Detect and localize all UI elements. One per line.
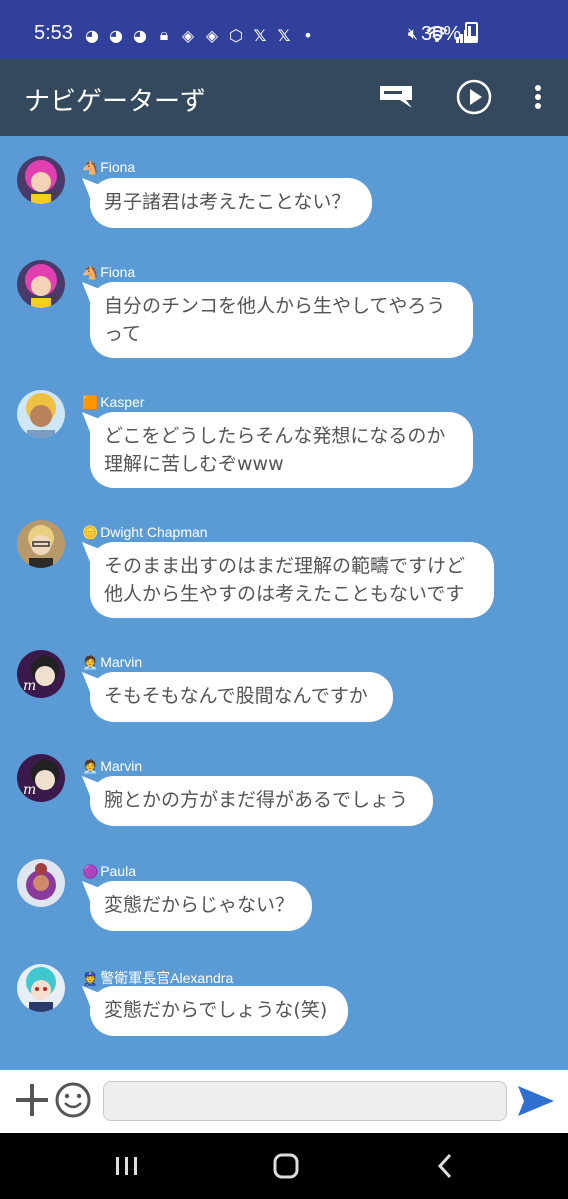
sender-name: 🟣 Paula [82, 863, 136, 880]
message-bubble[interactable]: 自分のチンコを他人から生やしてやろうって [90, 282, 473, 358]
chat-title: ナビゲーターず [24, 87, 207, 117]
mute-icon: 🔇︎ [407, 24, 418, 43]
message-bubble[interactable]: そのまま出すのはまだ理解の範疇ですけど他人から生やすのは考えたこともないです [90, 542, 494, 618]
message-text: そもそもなんで股間なんですか [104, 685, 368, 707]
sender-name: 🧑‍💼 Marvin [82, 654, 142, 671]
dot-icon: • [303, 25, 313, 45]
sender-badge-icon: 🧑‍💼 [82, 655, 99, 670]
sender-badge-icon: 🐴 [82, 160, 99, 175]
sender-badge-icon: 🪙 [82, 525, 99, 540]
avatar[interactable] [17, 859, 65, 907]
sender-badge-icon: 🟣 [82, 864, 99, 879]
sender-badge-icon: 🟧 [82, 395, 99, 410]
svg-text:m: m [23, 678, 36, 694]
message-text: 変態だからでしょうな(笑) [104, 999, 328, 1021]
message-bubble[interactable]: どこをどうしたらそんな発想になるのか理解に苦しむぞwww [90, 412, 473, 488]
x-icon: 𝕏 [277, 25, 291, 45]
sender-label: Marvin [100, 758, 143, 774]
avatar[interactable] [17, 156, 65, 204]
message-bubble[interactable]: 変態だからじゃない？ [90, 881, 312, 931]
sender-label: 警衛軍長官Alexandra [100, 970, 234, 986]
sender-name: 🐴 Fiona [82, 159, 135, 176]
stack-icon: ◈ [181, 25, 195, 45]
lock-icon: 🔒︎ [159, 25, 169, 44]
message-text: どこをどうしたらそんな発想になるのか理解に苦しむぞwww [104, 425, 446, 475]
app-bar: ナビゲーターず [0, 59, 568, 136]
battery-icon [465, 22, 479, 43]
sender-label: Paula [100, 863, 136, 879]
emoji-icon[interactable] [54, 1081, 92, 1119]
message-composer [0, 1070, 568, 1133]
discord-icon: ◕ [133, 25, 147, 45]
avatar[interactable] [17, 520, 65, 568]
x-icon: 𝕏 [253, 25, 267, 45]
message-bubble[interactable]: 腕とかの方がまだ得があるでしょう [90, 776, 433, 826]
cube-icon: ⬡ [229, 25, 243, 45]
status-time: 5:53 [34, 22, 73, 44]
message-icon[interactable] [376, 77, 416, 117]
message-bubble[interactable]: 変態だからでしょうな(笑) [90, 986, 348, 1036]
message-input[interactable] [103, 1081, 507, 1121]
battery-indicator: 30% [421, 22, 479, 46]
play-icon[interactable] [454, 77, 494, 117]
message-bubble[interactable]: 男子諸君は考えたことない？ [90, 178, 372, 228]
svg-text:m: m [23, 782, 36, 798]
sender-label: Dwight Chapman [100, 524, 208, 540]
battery-percent: 30% [421, 23, 462, 45]
chat-list[interactable]: 🐴 Fiona 男子諸君は考えたことない？ 🐴 Fiona 自分のチンコを他人から生… [0, 136, 568, 1070]
back-icon[interactable] [425, 1151, 465, 1181]
more-vert-icon[interactable] [518, 77, 558, 117]
message-text: 変態だからじゃない？ [104, 894, 295, 916]
message-text: 腕とかの方がまだ得があるでしょう [104, 789, 409, 811]
avatar[interactable] [17, 390, 65, 438]
sender-name: 👮 警衛軍長官Alexandra [82, 968, 233, 988]
status-bar: 5:53 ◕ ◕ ◕ 🔒︎ ◈ ◈ ⬡ 𝕏 𝕏 • 🔇︎ 30% [0, 0, 568, 59]
sender-label: Marvin [100, 654, 143, 670]
message-text: 自分のチンコを他人から生やしてやろうって [104, 295, 446, 345]
avatar[interactable]: m [17, 650, 65, 698]
add-icon[interactable] [14, 1082, 50, 1118]
system-nav-bar [0, 1133, 568, 1199]
send-icon[interactable] [516, 1084, 556, 1118]
recent-apps-icon[interactable] [107, 1151, 147, 1181]
sender-name: 🐴 Fiona [82, 264, 135, 281]
sender-label: Fiona [100, 264, 136, 280]
home-icon[interactable] [266, 1151, 306, 1181]
discord-icon: ◕ [109, 25, 123, 45]
avatar[interactable]: m [17, 754, 65, 802]
sender-badge-icon: 🧑‍💼 [82, 759, 99, 774]
sender-name: 🧑‍💼 Marvin [82, 758, 142, 775]
sender-name: 🟧 Kasper [82, 394, 145, 411]
sender-label: Kasper [100, 394, 145, 410]
message-text: 男子諸君は考えたことない？ [104, 191, 351, 213]
avatar[interactable] [17, 964, 65, 1012]
message-text: そのまま出すのはまだ理解の範疇ですけど他人から生やすのは考えたこともないです [104, 555, 466, 605]
sender-badge-icon: 👮 [82, 971, 99, 986]
sender-label: Fiona [100, 159, 136, 175]
sender-name: 🪙 Dwight Chapman [82, 524, 208, 541]
message-bubble[interactable]: そもそもなんで股間なんですか [90, 672, 393, 722]
sender-badge-icon: 🐴 [82, 265, 99, 280]
notification-icons: ◕ ◕ ◕ 🔒︎ ◈ ◈ ⬡ 𝕏 𝕏 • [82, 24, 318, 46]
avatar[interactable] [17, 260, 65, 308]
stack-icon: ◈ [205, 25, 219, 45]
discord-icon: ◕ [85, 25, 99, 45]
